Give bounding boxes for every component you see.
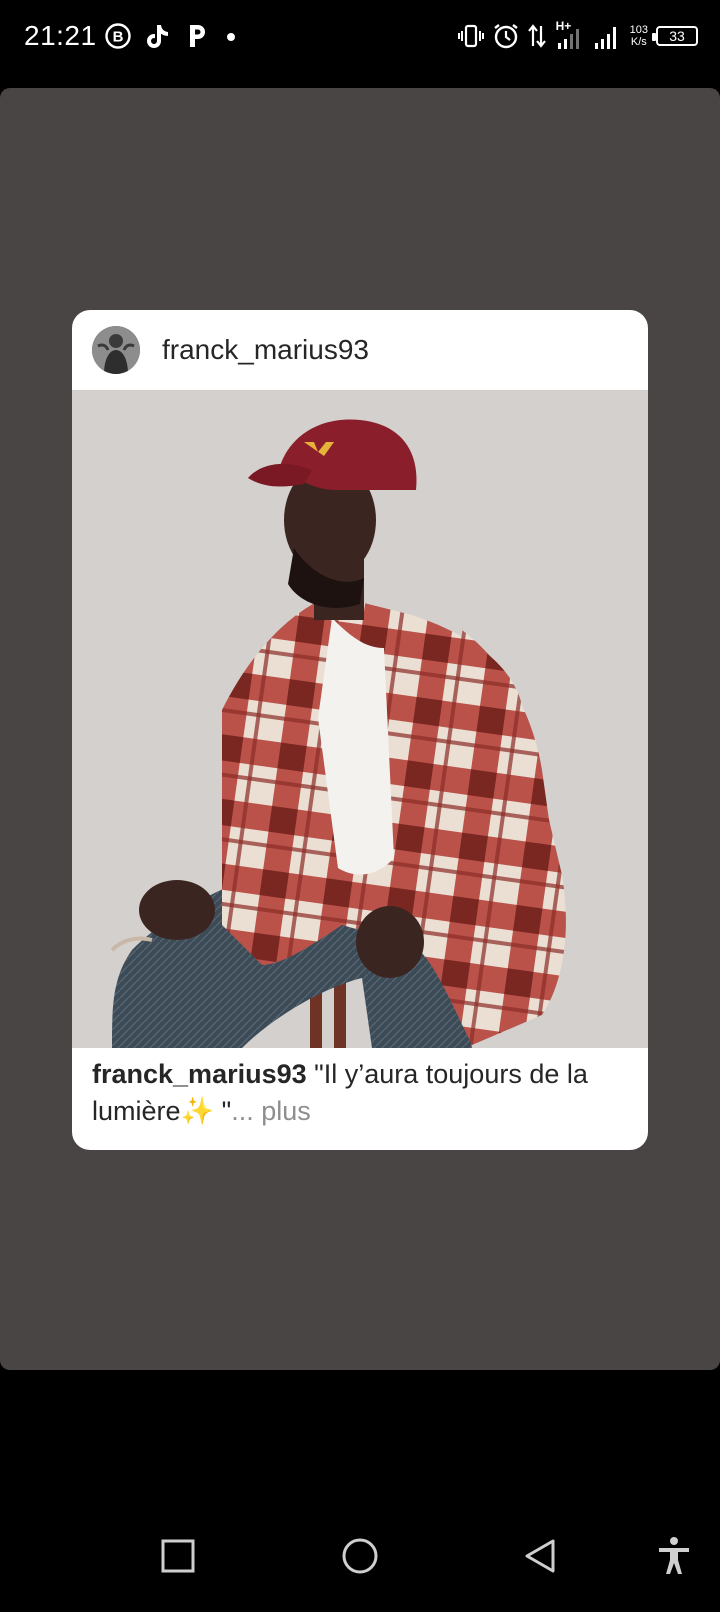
data-arrows-icon bbox=[527, 24, 546, 48]
post-caption[interactable]: franck_marius93 "Il y’aura toujours de l… bbox=[92, 1056, 632, 1130]
circle-icon bbox=[342, 1538, 378, 1574]
triangle-back-icon bbox=[525, 1539, 555, 1573]
back-button[interactable] bbox=[514, 1530, 566, 1582]
status-time: 21:21 bbox=[24, 20, 97, 51]
post-header[interactable]: franck_marius93 bbox=[72, 310, 648, 390]
status-left-icons: B bbox=[104, 20, 238, 52]
battery-indicator: 33 bbox=[652, 26, 698, 46]
svg-text:B: B bbox=[113, 29, 124, 46]
shared-post-card[interactable]: franck_marius93 franck_marius93 "Il y’au… bbox=[72, 310, 648, 1150]
battery-level: 33 bbox=[669, 28, 685, 44]
home-button[interactable] bbox=[334, 1530, 386, 1582]
accessibility-icon bbox=[659, 1537, 689, 1574]
network-speed: 103 K/s bbox=[630, 24, 648, 48]
speed-unit: K/s bbox=[630, 36, 647, 48]
status-bar: 21:21 B H+ 103 K/s 33 bbox=[0, 0, 720, 74]
profile-avatar[interactable] bbox=[92, 326, 140, 374]
p-app-icon bbox=[190, 25, 205, 47]
recents-button[interactable] bbox=[152, 1530, 204, 1582]
signal-h-plus-icon: H+ bbox=[554, 19, 584, 51]
vibrate-icon bbox=[457, 24, 484, 48]
caption-username[interactable]: franck_marius93 bbox=[92, 1059, 307, 1089]
business-chat-icon: B bbox=[105, 23, 131, 49]
caption-more-link[interactable]: plus bbox=[254, 1096, 311, 1126]
post-username[interactable]: franck_marius93 bbox=[162, 334, 369, 366]
accessibility-button[interactable] bbox=[648, 1530, 700, 1582]
alarm-icon bbox=[493, 24, 518, 49]
square-icon bbox=[161, 1539, 195, 1573]
notification-dot-icon bbox=[227, 33, 235, 41]
navigation-bar bbox=[0, 1500, 720, 1612]
signal-icon bbox=[594, 27, 616, 49]
speed-value: 103 bbox=[629, 24, 648, 36]
status-right-icons: H+ 103 K/s 33 bbox=[457, 18, 698, 54]
post-photo[interactable] bbox=[72, 390, 648, 1048]
caption-ellipsis: ... bbox=[231, 1096, 254, 1126]
tiktok-icon bbox=[147, 25, 168, 48]
